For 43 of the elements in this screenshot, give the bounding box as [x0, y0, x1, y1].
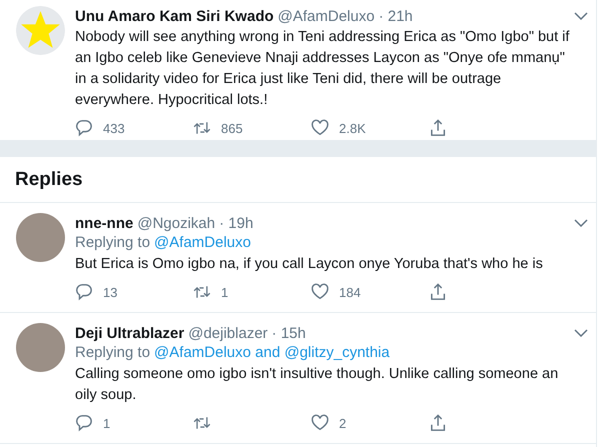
share-icon	[429, 414, 447, 432]
replies-heading: Replies	[0, 157, 596, 203]
timestamp[interactable]: · 19h	[219, 214, 254, 232]
replying-to-label: Replying to	[75, 343, 150, 363]
reply-icon	[75, 414, 93, 432]
share-button[interactable]	[429, 282, 447, 302]
timestamp[interactable]: · 15h	[272, 324, 306, 342]
star-avatar-icon	[16, 6, 65, 55]
handle-text[interactable]: @Ngozikah	[137, 214, 216, 232]
display-name[interactable]: Deji Ultrablazer	[75, 324, 184, 342]
display-name[interactable]: nne-nne	[75, 214, 134, 232]
avatar-placeholder[interactable]	[16, 213, 65, 262]
handle-text[interactable]: @dejiblazer	[188, 324, 268, 342]
tweet-text: Nobody will see anything wrong in Teni addressing Erica as "Omo Igbo" but if an Igbo celeb like Genevieve Nnaji addresses Laycon as "Onye ofe mmanụ" in a solidarity video for Erica just like Teni did, there will be outrage everywhere. Hypocritical lots.!	[75, 28, 570, 110]
reply-button[interactable]: 13	[75, 282, 193, 302]
timestamp[interactable]: · 21h	[378, 8, 413, 24]
replying-to-label: Replying to	[75, 233, 150, 253]
share-button[interactable]	[429, 413, 447, 433]
reply-text: But Erica is Omo igbo na, if you call Laycon onye Yoruba that's who he is	[75, 255, 544, 274]
heart-icon	[311, 119, 329, 137]
share-button[interactable]	[429, 118, 447, 138]
share-icon	[429, 119, 447, 137]
reply-icon	[75, 119, 93, 137]
reply-button[interactable]: 1	[75, 413, 193, 433]
chevron-down-icon[interactable]	[574, 12, 588, 20]
like-button[interactable]: 2.8K	[311, 118, 429, 138]
share-icon	[429, 283, 447, 301]
avatar-placeholder[interactable]	[16, 323, 65, 372]
reply-button[interactable]: 433	[75, 118, 193, 138]
retweet-button[interactable]: 865	[193, 118, 311, 138]
reply-text: Calling someone omo igbo isn't insultive though. Unlike calling someone an oily soup.	[75, 365, 560, 405]
heart-icon	[311, 283, 329, 301]
like-button[interactable]: 2	[311, 413, 429, 433]
mention-link[interactable]: @AfamDeluxo and @glitzy_cynthia	[154, 343, 390, 363]
display-name[interactable]: Unu Amaro Kam Siri Kwado	[75, 8, 274, 24]
reply-icon	[75, 283, 93, 301]
chevron-down-icon[interactable]	[574, 219, 588, 227]
mention-link[interactable]: @AfamDeluxo	[154, 233, 251, 253]
chevron-down-icon[interactable]	[574, 329, 588, 337]
handle-text[interactable]: @AfamDeluxo	[278, 8, 375, 24]
heart-icon	[311, 414, 329, 432]
retweet-button[interactable]: 1	[193, 282, 311, 302]
like-button[interactable]: 184	[311, 282, 429, 302]
